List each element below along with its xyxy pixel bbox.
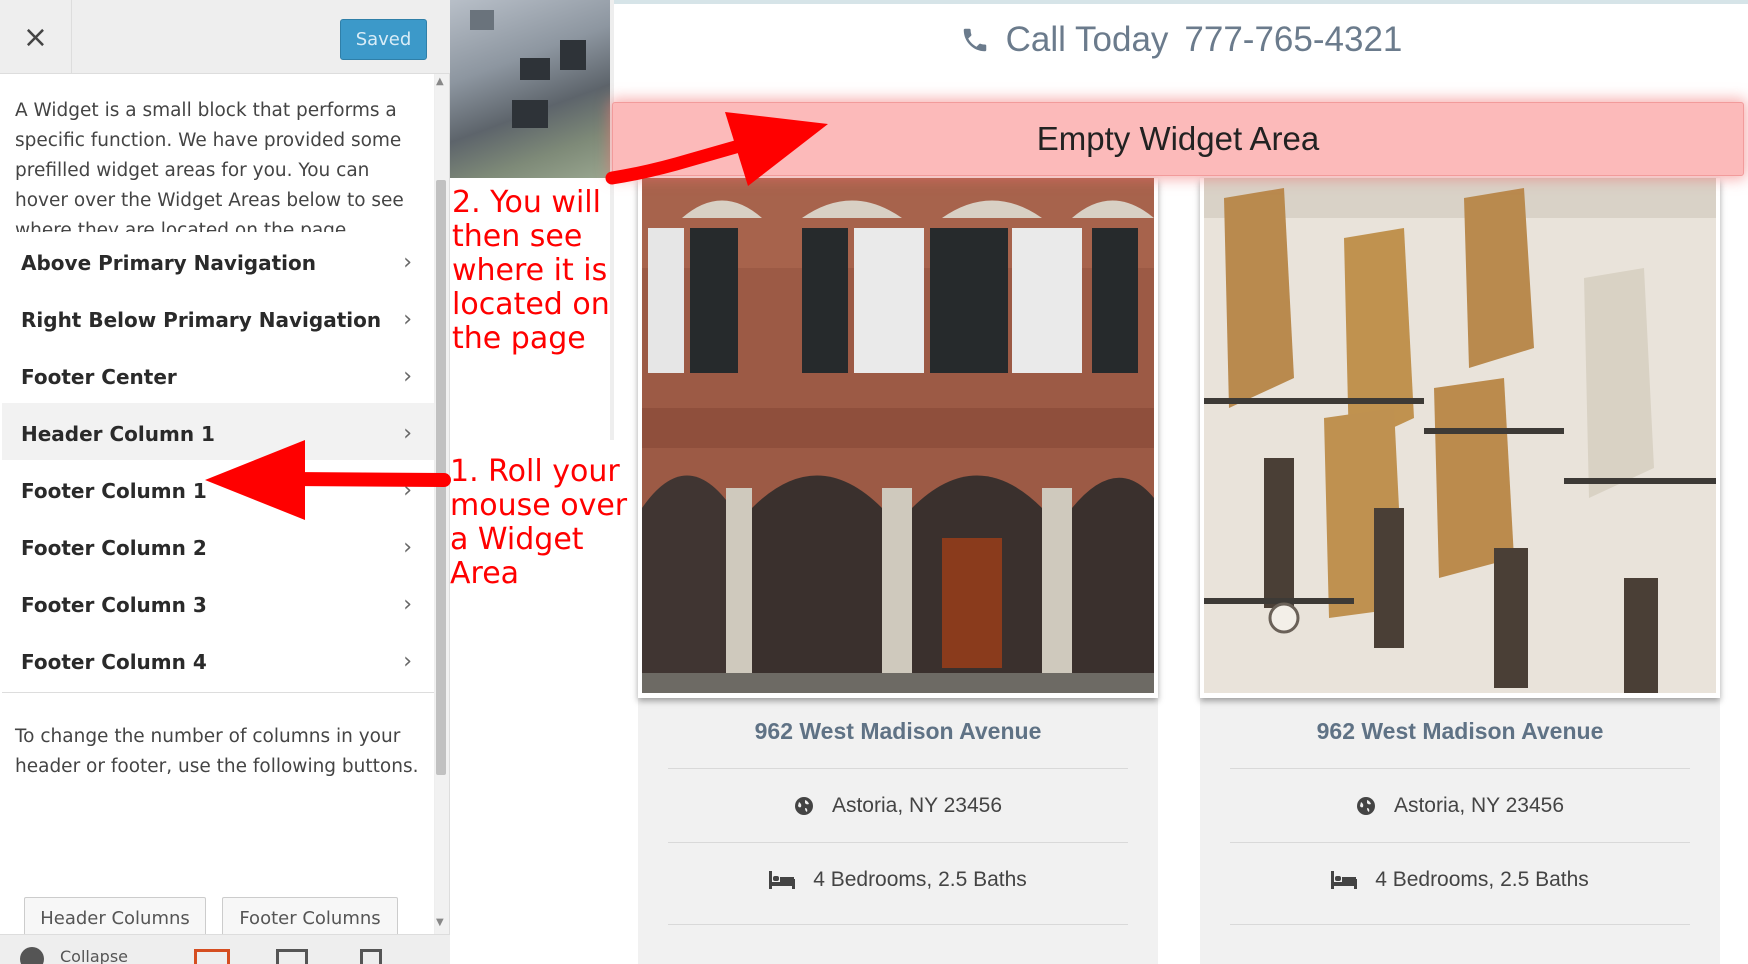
- chevron-right-icon: ›: [403, 307, 412, 332]
- listing-divider: [1230, 768, 1690, 769]
- scroll-down-icon[interactable]: ▼: [436, 917, 444, 928]
- chevron-right-icon: ›: [403, 592, 412, 617]
- widget-area-label: Footer Column 4: [21, 649, 207, 674]
- widget-area-right-below-primary-navigation[interactable]: Right Below Primary Navigation ›: [2, 289, 434, 351]
- listing-location-row: Astoria, NY 23456: [638, 786, 1158, 826]
- chevron-right-icon: ›: [403, 649, 412, 674]
- scroll-up-icon[interactable]: ▲: [436, 76, 444, 87]
- listing-rooms-row: 4 Bedrooms, 2.5 Baths: [1200, 860, 1720, 900]
- widget-area-footer-center[interactable]: Footer Center ›: [2, 346, 434, 408]
- chevron-right-icon: ›: [403, 421, 412, 446]
- panel-scrollbar-thumb[interactable]: [436, 180, 446, 775]
- balcony-building-image: [1204, 178, 1716, 693]
- panel-footer: Collapse: [0, 934, 450, 964]
- phone-number[interactable]: 777-765-4321: [1184, 20, 1402, 60]
- widget-area-label: Header Column 1: [21, 421, 215, 446]
- widget-area-label: Footer Center: [21, 364, 177, 389]
- phone-icon: [963, 28, 986, 52]
- footer-columns-button[interactable]: Footer Columns: [222, 897, 398, 939]
- listing-address[interactable]: 962 West Madison Avenue: [638, 718, 1158, 745]
- widget-area-label: Right Below Primary Navigation: [21, 307, 382, 332]
- tablet-icon[interactable]: [276, 949, 308, 964]
- widget-area-footer-column-1[interactable]: Footer Column 1 ›: [2, 460, 434, 522]
- header-columns-button[interactable]: Header Columns: [24, 897, 206, 939]
- bed-icon: [769, 871, 796, 889]
- widget-area-label: Footer Column 3: [21, 592, 207, 617]
- widget-area-footer-column-3[interactable]: Footer Column 3 ›: [2, 574, 434, 636]
- widgets-section: A Widget is a small block that performs …: [0, 74, 434, 934]
- call-today-label: Call Today: [1005, 20, 1169, 59]
- customizer-panel: × Saved A Widget is a small block that p…: [0, 0, 450, 964]
- widget-area-header-column-1[interactable]: Header Column 1 ›: [2, 403, 434, 465]
- brick-building-image: [642, 178, 1154, 693]
- listing-location: Astoria, NY 23456: [1393, 794, 1565, 817]
- listing-divider: [1230, 924, 1690, 925]
- annotation-step-2: 2. You will then see where it is located…: [452, 185, 610, 356]
- columns-note-text: To change the number of columns in your …: [15, 726, 419, 777]
- chevron-right-icon: ›: [403, 250, 412, 275]
- chevron-right-icon: ›: [403, 364, 412, 389]
- listing-photo[interactable]: [1200, 178, 1720, 698]
- call-today-bar: Call Today 777-765-4321: [614, 10, 1748, 70]
- chevron-right-icon: ›: [403, 478, 412, 503]
- listing-divider: [668, 842, 1128, 843]
- empty-widget-area[interactable]: Empty Widget Area: [612, 102, 1744, 176]
- listing-address[interactable]: 962 West Madison Avenue: [1200, 718, 1720, 745]
- listing-rooms: 4 Bedrooms, 2.5 Baths: [1375, 868, 1589, 891]
- preview-top-border: [614, 0, 1748, 4]
- desktop-icon[interactable]: [194, 949, 230, 964]
- listing-divider: [1230, 842, 1690, 843]
- widget-area-footer-column-4[interactable]: Footer Column 4 ›: [2, 631, 434, 693]
- widget-area-above-primary-navigation[interactable]: Above Primary Navigation ›: [2, 232, 434, 294]
- chevron-right-icon: ›: [403, 535, 412, 560]
- widget-area-footer-column-2[interactable]: Footer Column 2 ›: [2, 517, 434, 579]
- saved-button[interactable]: Saved: [340, 19, 427, 60]
- collapse-icon[interactable]: [20, 947, 44, 964]
- widget-area-label: Footer Column 2: [21, 535, 207, 560]
- widget-area-label: Footer Column 1: [21, 478, 207, 503]
- listing-rooms: 4 Bedrooms, 2.5 Baths: [813, 868, 1027, 891]
- listing-location: Astoria, NY 23456: [831, 794, 1003, 817]
- hero-photo: [450, 0, 614, 178]
- listing-divider: [668, 924, 1128, 925]
- listing-rooms-row: 4 Bedrooms, 2.5 Baths: [638, 860, 1158, 900]
- listing-card[interactable]: 962 West Madison Avenue Astoria, NY 2345…: [638, 178, 1158, 964]
- listing-divider: [668, 768, 1128, 769]
- globe-icon: [794, 797, 813, 815]
- listing-photo[interactable]: [638, 178, 1158, 698]
- globe-icon: [1356, 797, 1375, 815]
- collapse-label[interactable]: Collapse: [60, 947, 128, 964]
- listing-card[interactable]: 962 West Madison Avenue Astoria, NY 2345…: [1200, 178, 1720, 964]
- widget-area-label: Above Primary Navigation: [21, 250, 317, 275]
- mobile-icon[interactable]: [360, 949, 382, 964]
- bed-icon: [1331, 871, 1358, 889]
- close-icon[interactable]: ×: [0, 0, 72, 74]
- widgets-intro-text: A Widget is a small block that performs …: [15, 100, 404, 241]
- listing-location-row: Astoria, NY 23456: [1200, 786, 1720, 826]
- annotation-step-1: 1. Roll your mouse over a Widget Area: [450, 454, 628, 591]
- panel-header: × Saved: [0, 0, 450, 74]
